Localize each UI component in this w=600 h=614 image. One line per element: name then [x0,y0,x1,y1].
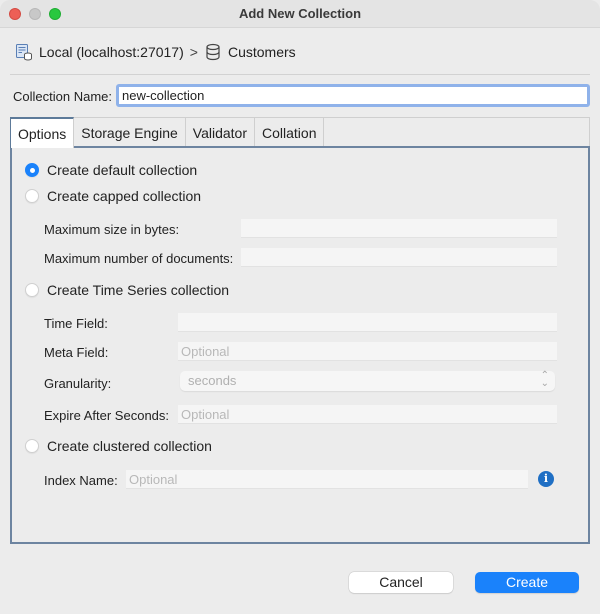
create-button[interactable]: Create [475,572,579,593]
breadcrumb-connection[interactable]: Local (localhost:27017) [39,44,184,60]
max-size-input[interactable] [241,219,557,238]
granularity-label: Granularity: [44,376,112,391]
title-bar: Add New Collection [0,0,600,28]
tab-storage-engine[interactable]: Storage Engine [74,118,186,148]
breadcrumb-separator: > [189,44,198,60]
time-field-label: Time Field: [44,316,108,331]
index-name-input[interactable]: Optional [126,470,528,489]
expire-after-seconds-input[interactable]: Optional [178,405,557,424]
time-series-label: Create Time Series collection [47,282,230,298]
clustered-collection-label: Create clustered collection [47,438,212,454]
max-documents-label: Maximum number of documents: [44,251,234,266]
options-panel: Create default collection Create capped … [10,146,590,544]
collection-name-input[interactable] [116,84,590,107]
default-collection-option[interactable]: Create default collection [25,162,197,178]
time-field-input[interactable] [178,313,557,332]
header-divider [10,74,590,75]
database-icon [204,43,222,61]
capped-collection-label: Create capped collection [47,188,202,204]
meta-field-input[interactable]: Optional [178,342,557,361]
clustered-collection-option[interactable]: Create clustered collection [25,438,212,454]
default-collection-label: Create default collection [47,162,198,178]
index-name-label: Index Name: [44,473,118,488]
collection-name-label: Collection Name: [13,89,112,104]
info-icon[interactable]: i [538,471,554,487]
max-documents-input[interactable] [241,248,557,267]
up-down-chevron-icon: ⌃ ⌄ [540,370,549,389]
add-collection-dialog: Add New Collection Local (localhost:2701… [0,0,600,614]
tab-collation[interactable]: Collation [255,118,325,148]
granularity-value: seconds [188,373,237,388]
default-collection-radio[interactable] [25,163,39,177]
capped-collection-option[interactable]: Create capped collection [25,188,201,204]
tab-validator[interactable]: Validator [185,118,255,148]
tab-options[interactable]: Options [10,117,75,148]
window-title: Add New Collection [238,6,362,21]
tab-bar: Options Storage Engine Validator Collati… [10,117,590,148]
breadcrumb: Local (localhost:27017) > Customers [15,42,296,62]
time-series-option[interactable]: Create Time Series collection [25,282,229,298]
meta-field-label: Meta Field: [44,345,109,360]
breadcrumb-database[interactable]: Customers [228,44,296,60]
granularity-select[interactable]: seconds ⌃ ⌄ [180,371,555,391]
expire-after-seconds-label: Expire After Seconds: [44,408,170,423]
clustered-collection-radio[interactable] [25,439,39,453]
cancel-button[interactable]: Cancel [349,572,453,593]
server-icon [15,43,33,61]
max-size-label: Maximum size in bytes: [44,222,180,237]
capped-collection-radio[interactable] [25,189,39,203]
time-series-radio[interactable] [25,283,39,297]
